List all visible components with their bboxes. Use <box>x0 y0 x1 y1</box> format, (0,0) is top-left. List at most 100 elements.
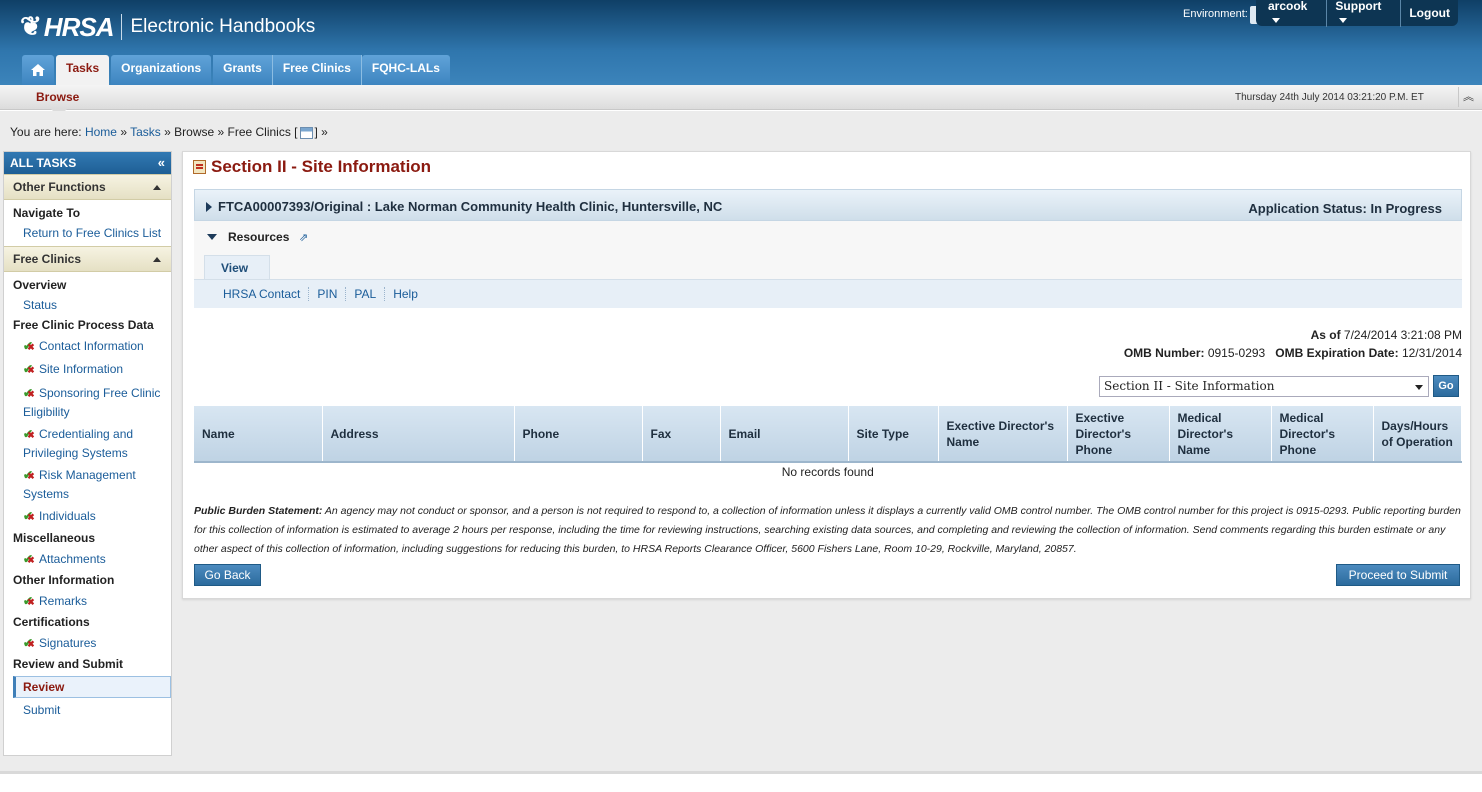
app-title: Electronic Handbooks <box>130 16 316 37</box>
sidebar-item-attachments[interactable]: ✔✖ Attachments <box>4 552 171 566</box>
breadcrumb-free-clinics: Free Clinics [ <box>227 125 298 139</box>
group-label: Free Clinics <box>13 252 82 266</box>
chevron-down-icon <box>1339 18 1348 24</box>
item-label: Individuals <box>39 509 96 523</box>
tab-home[interactable] <box>22 55 54 85</box>
group-label: Other Functions <box>13 180 106 194</box>
form-icon <box>193 160 206 174</box>
as-of-label: As of <box>1310 328 1341 342</box>
tab-free-clinics[interactable]: Free Clinics <box>272 55 362 85</box>
sidebar-item-signatures[interactable]: ✔✖ Signatures <box>4 636 171 650</box>
chevron-down-icon <box>1272 18 1280 24</box>
go-back-button[interactable]: Go Back <box>194 564 261 586</box>
col-exec-director-name[interactable]: Exective Director's Name <box>938 406 1068 463</box>
sidebar-item-risk-management[interactable]: ✔✖ Risk Management Systems <box>4 466 171 503</box>
burden-title: Public Burden Statement: <box>194 505 323 517</box>
go-button[interactable]: Go <box>1433 375 1459 397</box>
breadcrumb-home[interactable]: Home <box>85 125 117 139</box>
collapse-sidebar-icon[interactable]: « <box>158 152 165 174</box>
all-tasks-title: ALL TASKS <box>10 156 77 170</box>
resources-label[interactable]: Resources <box>228 230 289 244</box>
sidebar-item-review[interactable]: Review <box>13 676 171 698</box>
incomplete-check-icon: ✔✖ <box>23 552 35 566</box>
hrsa-logo[interactable]: ❦ HRSA Electronic Handbooks <box>20 10 315 44</box>
selected-section: Section II - Site Information <box>1104 379 1275 393</box>
return-to-free-clinics-link[interactable]: Return to Free Clinics List <box>4 226 171 240</box>
col-email[interactable]: Email <box>720 406 849 463</box>
chevron-up-icon <box>153 257 161 262</box>
col-fax[interactable]: Fax <box>642 406 721 463</box>
sidebar-group-other-functions[interactable]: Other Functions <box>4 174 171 200</box>
certifications-heading: Certifications <box>13 615 90 629</box>
item-label: Risk Management Systems <box>23 468 136 501</box>
incomplete-check-icon: ✔✖ <box>23 594 35 608</box>
omb-number-label: OMB Number: <box>1123 346 1205 360</box>
omb-expiration-label: OMB Expiration Date: <box>1275 346 1399 360</box>
tab-organizations[interactable]: Organizations <box>111 55 212 85</box>
sub-nav-bar: Browse Thursday 24th July 2014 03:21:20 … <box>0 85 1482 117</box>
site-table: Name Address Phone Fax Email Site Type E… <box>194 406 1462 480</box>
home-icon <box>31 64 45 76</box>
breadcrumb-tasks[interactable]: Tasks <box>130 125 161 139</box>
col-days-hours[interactable]: Days/Hours of Operation <box>1373 406 1462 463</box>
footer <box>0 771 1482 792</box>
resources-panel: Resources ⇗ View HRSA Contact PIN PAL He… <box>194 221 1462 308</box>
col-medical-director-name[interactable]: Medical Director's Name <box>1169 406 1272 463</box>
item-label: Sponsoring Free Clinic Eligibility <box>23 386 161 419</box>
burden-text: An agency may not conduct or sponsor, an… <box>194 505 1461 555</box>
sidebar-item-site-information[interactable]: ✔✖ Site Information <box>4 361 171 378</box>
sidebar-item-status[interactable]: Status <box>4 298 171 312</box>
col-address[interactable]: Address <box>322 406 515 463</box>
col-medical-director-phone[interactable]: Medical Director's Phone <box>1271 406 1374 463</box>
section-select[interactable]: Section II - Site Information <box>1099 376 1429 397</box>
col-name[interactable]: Name <box>194 406 323 463</box>
proceed-to-submit-button[interactable]: Proceed to Submit <box>1336 564 1460 586</box>
sidebar-item-remarks[interactable]: ✔✖ Remarks <box>4 594 171 608</box>
as-of-value: 7/24/2014 3:21:08 PM <box>1343 328 1462 342</box>
col-site-type[interactable]: Site Type <box>848 406 939 463</box>
tab-tasks[interactable]: Tasks <box>56 55 110 85</box>
col-exec-director-phone[interactable]: Exective Director's Phone <box>1067 406 1170 463</box>
collapse-arrow-icon[interactable] <box>207 234 217 240</box>
help-link[interactable]: Help <box>385 287 426 301</box>
item-label: Remarks <box>39 594 88 608</box>
other-information-heading: Other Information <box>13 573 115 587</box>
sidebar-item-credentialing[interactable]: ✔✖ Credentialing and Privileging Systems <box>4 425 171 462</box>
sidebar-group-free-clinics[interactable]: Free Clinics <box>4 246 171 272</box>
username-label: arcook <box>1268 0 1308 13</box>
subtab-browse[interactable]: Browse <box>36 90 79 104</box>
page-title: Section II - Site Information <box>193 157 431 177</box>
chevron-up-icon <box>153 185 161 190</box>
pal-link[interactable]: PAL <box>346 287 386 301</box>
current-datetime: Thursday 24th July 2014 03:21:20 P.M. ET <box>1235 92 1424 103</box>
calendar-icon[interactable] <box>299 126 313 139</box>
hrsa-contact-link[interactable]: HRSA Contact <box>223 287 310 301</box>
main-nav: Tasks Organizations Grants Free Clinics … <box>22 55 452 85</box>
user-menu-item[interactable]: arcook <box>1260 0 1328 27</box>
link-label: Return to Free Clinics List <box>23 226 162 240</box>
page-title-text: Section II - Site Information <box>211 157 432 176</box>
resource-links: HRSA Contact PIN PAL Help <box>194 279 1462 308</box>
collapse-header-icon[interactable]: ︽ <box>1458 87 1478 107</box>
col-phone[interactable]: Phone <box>514 406 643 463</box>
incomplete-check-icon: ✔✖ <box>23 339 35 353</box>
tab-fqhc-lals[interactable]: FQHC-LALs <box>361 55 450 85</box>
process-data-heading: Free Clinic Process Data <box>13 318 154 332</box>
overview-heading: Overview <box>13 278 67 292</box>
sidebar-item-sponsoring-eligibility[interactable]: ✔✖ Sponsoring Free Clinic Eligibility <box>4 384 171 421</box>
tab-grants[interactable]: Grants <box>213 55 273 85</box>
item-label: Credentialing and Privileging Systems <box>23 427 134 460</box>
sidebar-item-individuals[interactable]: ✔✖ Individuals <box>4 507 171 526</box>
logout-link[interactable]: Logout <box>1401 6 1458 20</box>
sidebar-item-submit[interactable]: Submit <box>4 703 171 717</box>
logo-text: HRSA <box>43 11 115 42</box>
application-status: Application Status: In Progress <box>1248 201 1442 216</box>
application-bar[interactable]: FTCA00007393/Original : Lake Norman Comm… <box>194 189 1462 221</box>
sidebar-item-contact-information[interactable]: ✔✖ Contact Information <box>4 338 171 355</box>
support-label: Support <box>1335 0 1382 13</box>
pin-link[interactable]: PIN <box>309 287 347 301</box>
public-burden-statement: Public Burden Statement: An agency may n… <box>194 502 1462 559</box>
external-link-icon[interactable]: ⇗ <box>299 231 308 244</box>
tab-view[interactable]: View <box>204 255 270 280</box>
support-menu[interactable]: Support <box>1327 0 1402 27</box>
